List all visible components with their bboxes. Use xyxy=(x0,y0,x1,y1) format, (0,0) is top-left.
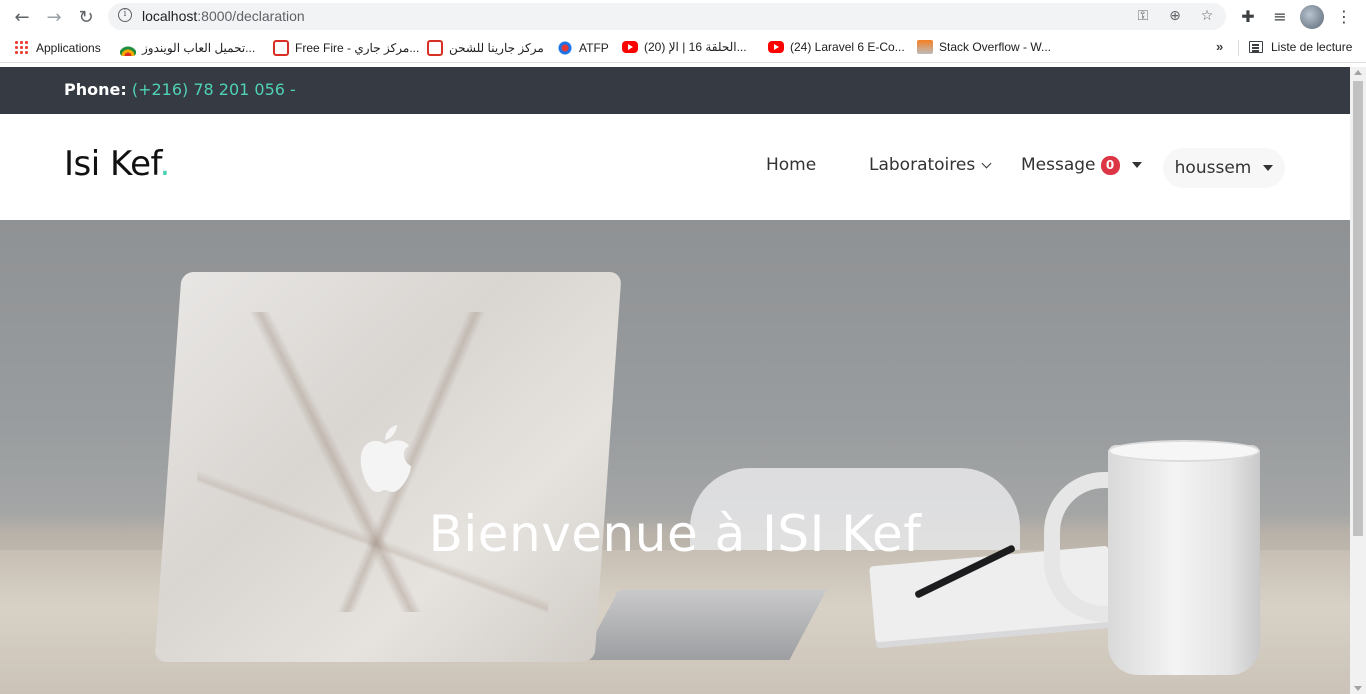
freefire-icon xyxy=(273,40,289,56)
hero-banner: Bienvenue à ISI Kef xyxy=(0,220,1350,694)
nav-laboratoires[interactable]: Laboratoires xyxy=(869,155,992,175)
youtube-icon xyxy=(622,41,638,53)
media-control-icon[interactable]: ≡ xyxy=(1268,5,1292,29)
address-bar[interactable]: i localhost:8000/declaration ⚿ ⊕ ☆ xyxy=(108,3,1226,30)
youtube-icon xyxy=(768,41,784,53)
back-icon[interactable]: ← xyxy=(10,5,34,29)
hero-title: Bienvenue à ISI Kef xyxy=(428,505,922,563)
brand-logo[interactable]: Isi Kef. xyxy=(64,144,170,184)
bookmark-freefire[interactable]: Free Fire - مركز جاري... xyxy=(273,40,419,56)
page-viewport: Phone: (+216) 78 201 056 - Isi Kef. Home… xyxy=(0,67,1350,694)
address-url[interactable]: localhost:8000/declaration xyxy=(142,8,305,24)
nav-message[interactable]: Message 0 xyxy=(1021,155,1142,175)
bookmark-youtube-episode[interactable]: (20) الحلقة 16 | الإ... xyxy=(622,40,747,54)
contact-topbar: Phone: (+216) 78 201 056 - xyxy=(0,67,1350,114)
page-scrollbar[interactable] xyxy=(1350,67,1366,694)
reading-list-icon xyxy=(1249,41,1263,53)
phone-number[interactable]: (+216) 78 201 056 - xyxy=(132,80,296,99)
main-navbar: Isi Kef. Home Laboratoires Message 0 hou… xyxy=(0,114,1350,220)
bookmark-applications[interactable]: Applications xyxy=(14,40,101,56)
laptop-keyboard-image xyxy=(581,590,827,660)
more-bookmarks-button[interactable]: » xyxy=(1216,39,1223,54)
wifi-icon xyxy=(120,40,136,56)
menu-dots-icon[interactable]: ⋮ xyxy=(1332,5,1356,29)
scrollbar-thumb[interactable] xyxy=(1353,81,1363,536)
zoom-icon[interactable]: ⊕ xyxy=(1166,7,1184,25)
caret-down-icon xyxy=(1263,165,1274,171)
nav-home[interactable]: Home xyxy=(766,155,816,175)
bookmarks-divider xyxy=(1238,40,1239,56)
chevron-down-icon xyxy=(981,158,992,168)
bookmark-garena[interactable]: مركز جارينا للشحن xyxy=(427,40,544,56)
garena-icon xyxy=(427,40,443,56)
apps-grid-icon xyxy=(14,40,30,56)
forward-icon[interactable]: → xyxy=(42,5,66,29)
scroll-down-icon[interactable] xyxy=(1354,686,1362,691)
mug-rim-image xyxy=(1108,440,1260,462)
atfp-icon xyxy=(557,40,573,56)
star-icon[interactable]: ☆ xyxy=(1198,7,1216,25)
profile-avatar[interactable] xyxy=(1300,5,1324,29)
key-icon[interactable]: ⚿ xyxy=(1134,7,1152,25)
browser-toolbar: ← → ↻ i localhost:8000/declaration ⚿ ⊕ ☆… xyxy=(0,0,1366,33)
caret-down-icon xyxy=(1131,162,1142,168)
reading-list-button[interactable]: Liste de lecture xyxy=(1249,40,1352,54)
user-menu-button[interactable]: houssem xyxy=(1163,148,1285,188)
phone-info: Phone: (+216) 78 201 056 - xyxy=(64,80,296,99)
bookmark-youtube-laravel[interactable]: (24) Laravel 6 E-Co... xyxy=(768,40,905,54)
reload-icon[interactable]: ↻ xyxy=(74,5,98,29)
bookmark-atfp[interactable]: ATFP xyxy=(557,40,609,56)
scroll-up-icon[interactable] xyxy=(1354,70,1362,75)
bookmark-windows-games[interactable]: تحميل العاب الويندوز... xyxy=(120,40,255,56)
stackoverflow-icon xyxy=(917,40,933,54)
site-info-icon[interactable]: i xyxy=(118,8,132,22)
extensions-icon[interactable]: ✚ xyxy=(1236,5,1260,29)
bookmarks-bar: Applications تحميل العاب الويندوز... Fre… xyxy=(0,33,1366,63)
bookmark-stackoverflow[interactable]: Stack Overflow - W... xyxy=(917,40,1051,54)
message-count-badge: 0 xyxy=(1100,155,1120,175)
apple-logo-icon xyxy=(360,425,411,492)
